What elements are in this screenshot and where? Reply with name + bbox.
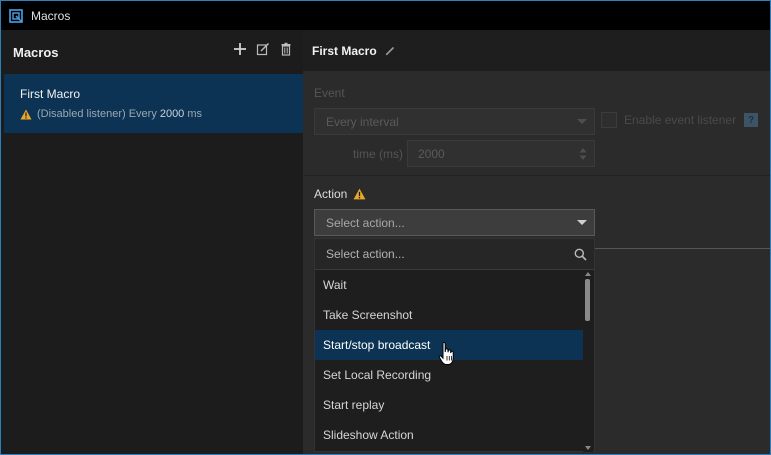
chevron-down-icon [577,119,587,124]
edit-icon[interactable] [256,42,270,56]
macro-status-text: (Disabled listener) Every [37,108,157,120]
editor-header: First Macro [303,30,770,71]
action-label: Action [314,187,348,201]
event-type-value: Every interval [326,114,399,129]
time-label: time (ms) [353,147,403,161]
window-title: Macros [31,8,71,23]
action-search-placeholder: Select action... [326,247,405,261]
action-label-row: Action [314,187,371,201]
sidebar-toolbar [233,42,293,56]
hand-cursor-icon [438,342,454,365]
event-type-dropdown[interactable]: Every interval [314,108,595,135]
action-dropdown[interactable]: Select action... [314,209,595,236]
scroll-up-icon[interactable] [585,272,591,276]
warning-icon [20,109,32,119]
sidebar-header: Macros [1,30,303,74]
title-bar: Macros [1,1,770,30]
macros-window: Macros Macros First Macro (Disabled list… [0,0,771,455]
chevron-down-icon [577,220,587,225]
action-option[interactable]: Start replay [315,390,583,420]
pencil-icon[interactable] [385,46,395,56]
scrollbar-thumb[interactable] [585,279,590,321]
macro-title: First Macro [312,43,377,58]
action-search-input[interactable]: Select action... [315,239,594,270]
time-value: 2000 [418,146,445,161]
macro-name: First Macro [20,87,80,101]
macro-list-item[interactable]: First Macro (Disabled listener) Every 20… [4,74,303,133]
content-rule [595,248,770,249]
trash-icon[interactable] [279,42,293,56]
event-label: Event [314,86,345,100]
action-dropdown-value: Select action... [326,215,405,230]
warning-icon [353,188,366,200]
options-scrollbar[interactable] [583,270,593,452]
enable-listener-checkbox[interactable] [601,112,617,128]
scroll-down-icon[interactable] [585,446,591,450]
macro-interval: 2000 [159,108,185,120]
add-icon[interactable] [233,42,247,56]
enable-listener-label: Enable event listener [624,113,737,127]
app-logo-icon [9,8,23,23]
action-option[interactable]: Slideshow Action [315,420,583,450]
help-icon[interactable]: ? [744,113,758,127]
sidebar-title: Macros [13,44,59,60]
section-divider [303,175,770,176]
time-input[interactable]: 2000 [407,140,595,167]
macro-interval-unit: ms [187,108,202,120]
macro-status: (Disabled listener) Every 2000 ms [20,108,303,120]
action-option[interactable]: Wait [315,270,583,300]
spinner-arrows-icon[interactable] [579,147,587,161]
action-option[interactable]: Take Screenshot [315,300,583,330]
sidebar: Macros First Macro (Disabled listener) E… [1,30,303,454]
search-icon [574,248,587,261]
